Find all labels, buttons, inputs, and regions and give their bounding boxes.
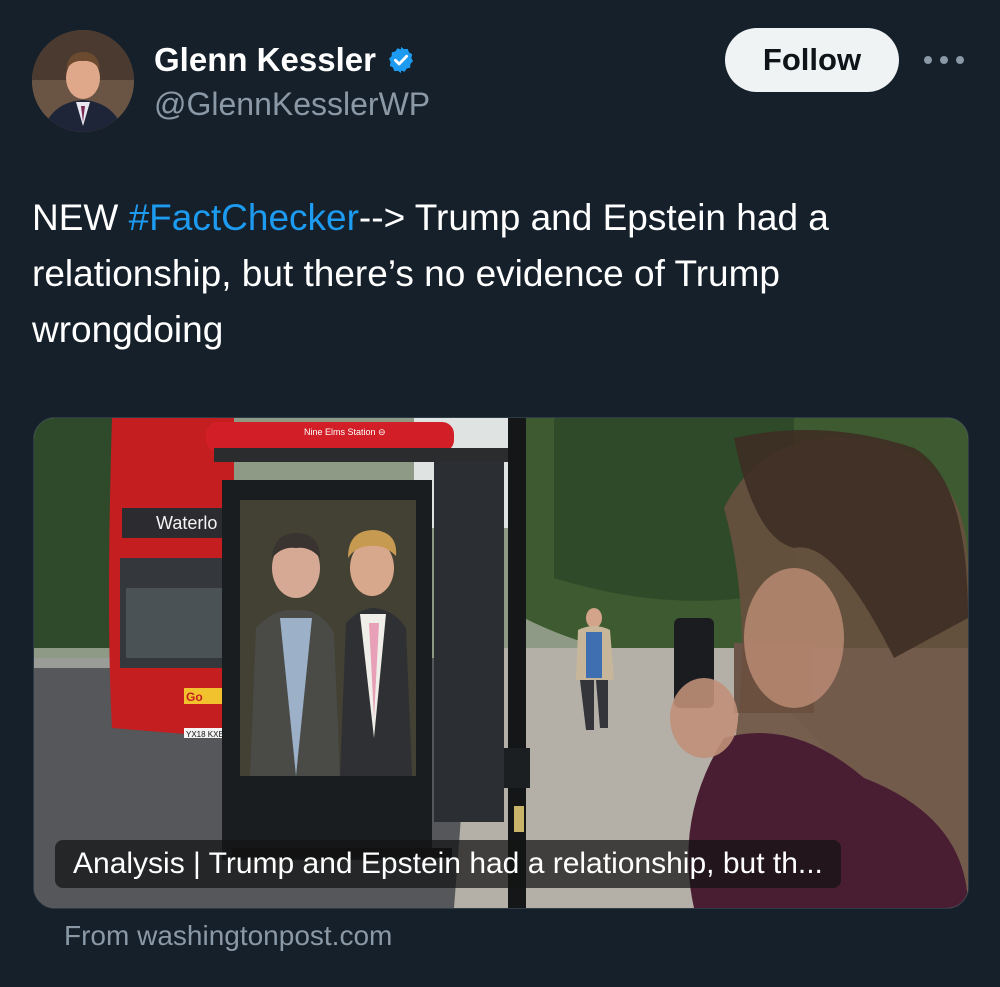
dot [924, 56, 932, 64]
author-handle[interactable]: @GlennKesslerWP [154, 84, 430, 124]
author-display-name[interactable]: Glenn Kessler [154, 40, 416, 80]
avatar-image [32, 30, 134, 132]
tweet-prefix: NEW [32, 197, 129, 238]
dot [956, 56, 964, 64]
tweet-text: NEW #FactChecker--> Trump and Epstein ha… [32, 190, 972, 358]
bus-logo: Go [186, 690, 203, 704]
article-image: Waterlo Nine Elms Station ⊖ Go YX18 KXE [34, 418, 968, 908]
card-source[interactable]: From washingtonpost.com [64, 918, 392, 954]
card-caption[interactable]: Analysis | Trump and Epstein had a relat… [55, 840, 841, 888]
link-preview-card[interactable]: Waterlo Nine Elms Station ⊖ Go YX18 KXE … [33, 417, 969, 909]
hashtag-link[interactable]: #FactChecker [129, 197, 359, 238]
follow-button[interactable]: Follow [725, 28, 899, 92]
display-name-text: Glenn Kessler [154, 41, 376, 78]
verified-badge-icon [388, 46, 413, 74]
dot [940, 56, 948, 64]
bus-destination: Waterlo [156, 513, 217, 533]
bus-plate: YX18 KXE [186, 730, 224, 739]
more-options-icon[interactable] [924, 50, 964, 70]
avatar[interactable] [32, 30, 134, 132]
bus-stop-sign: Nine Elms Station ⊖ [304, 427, 386, 437]
